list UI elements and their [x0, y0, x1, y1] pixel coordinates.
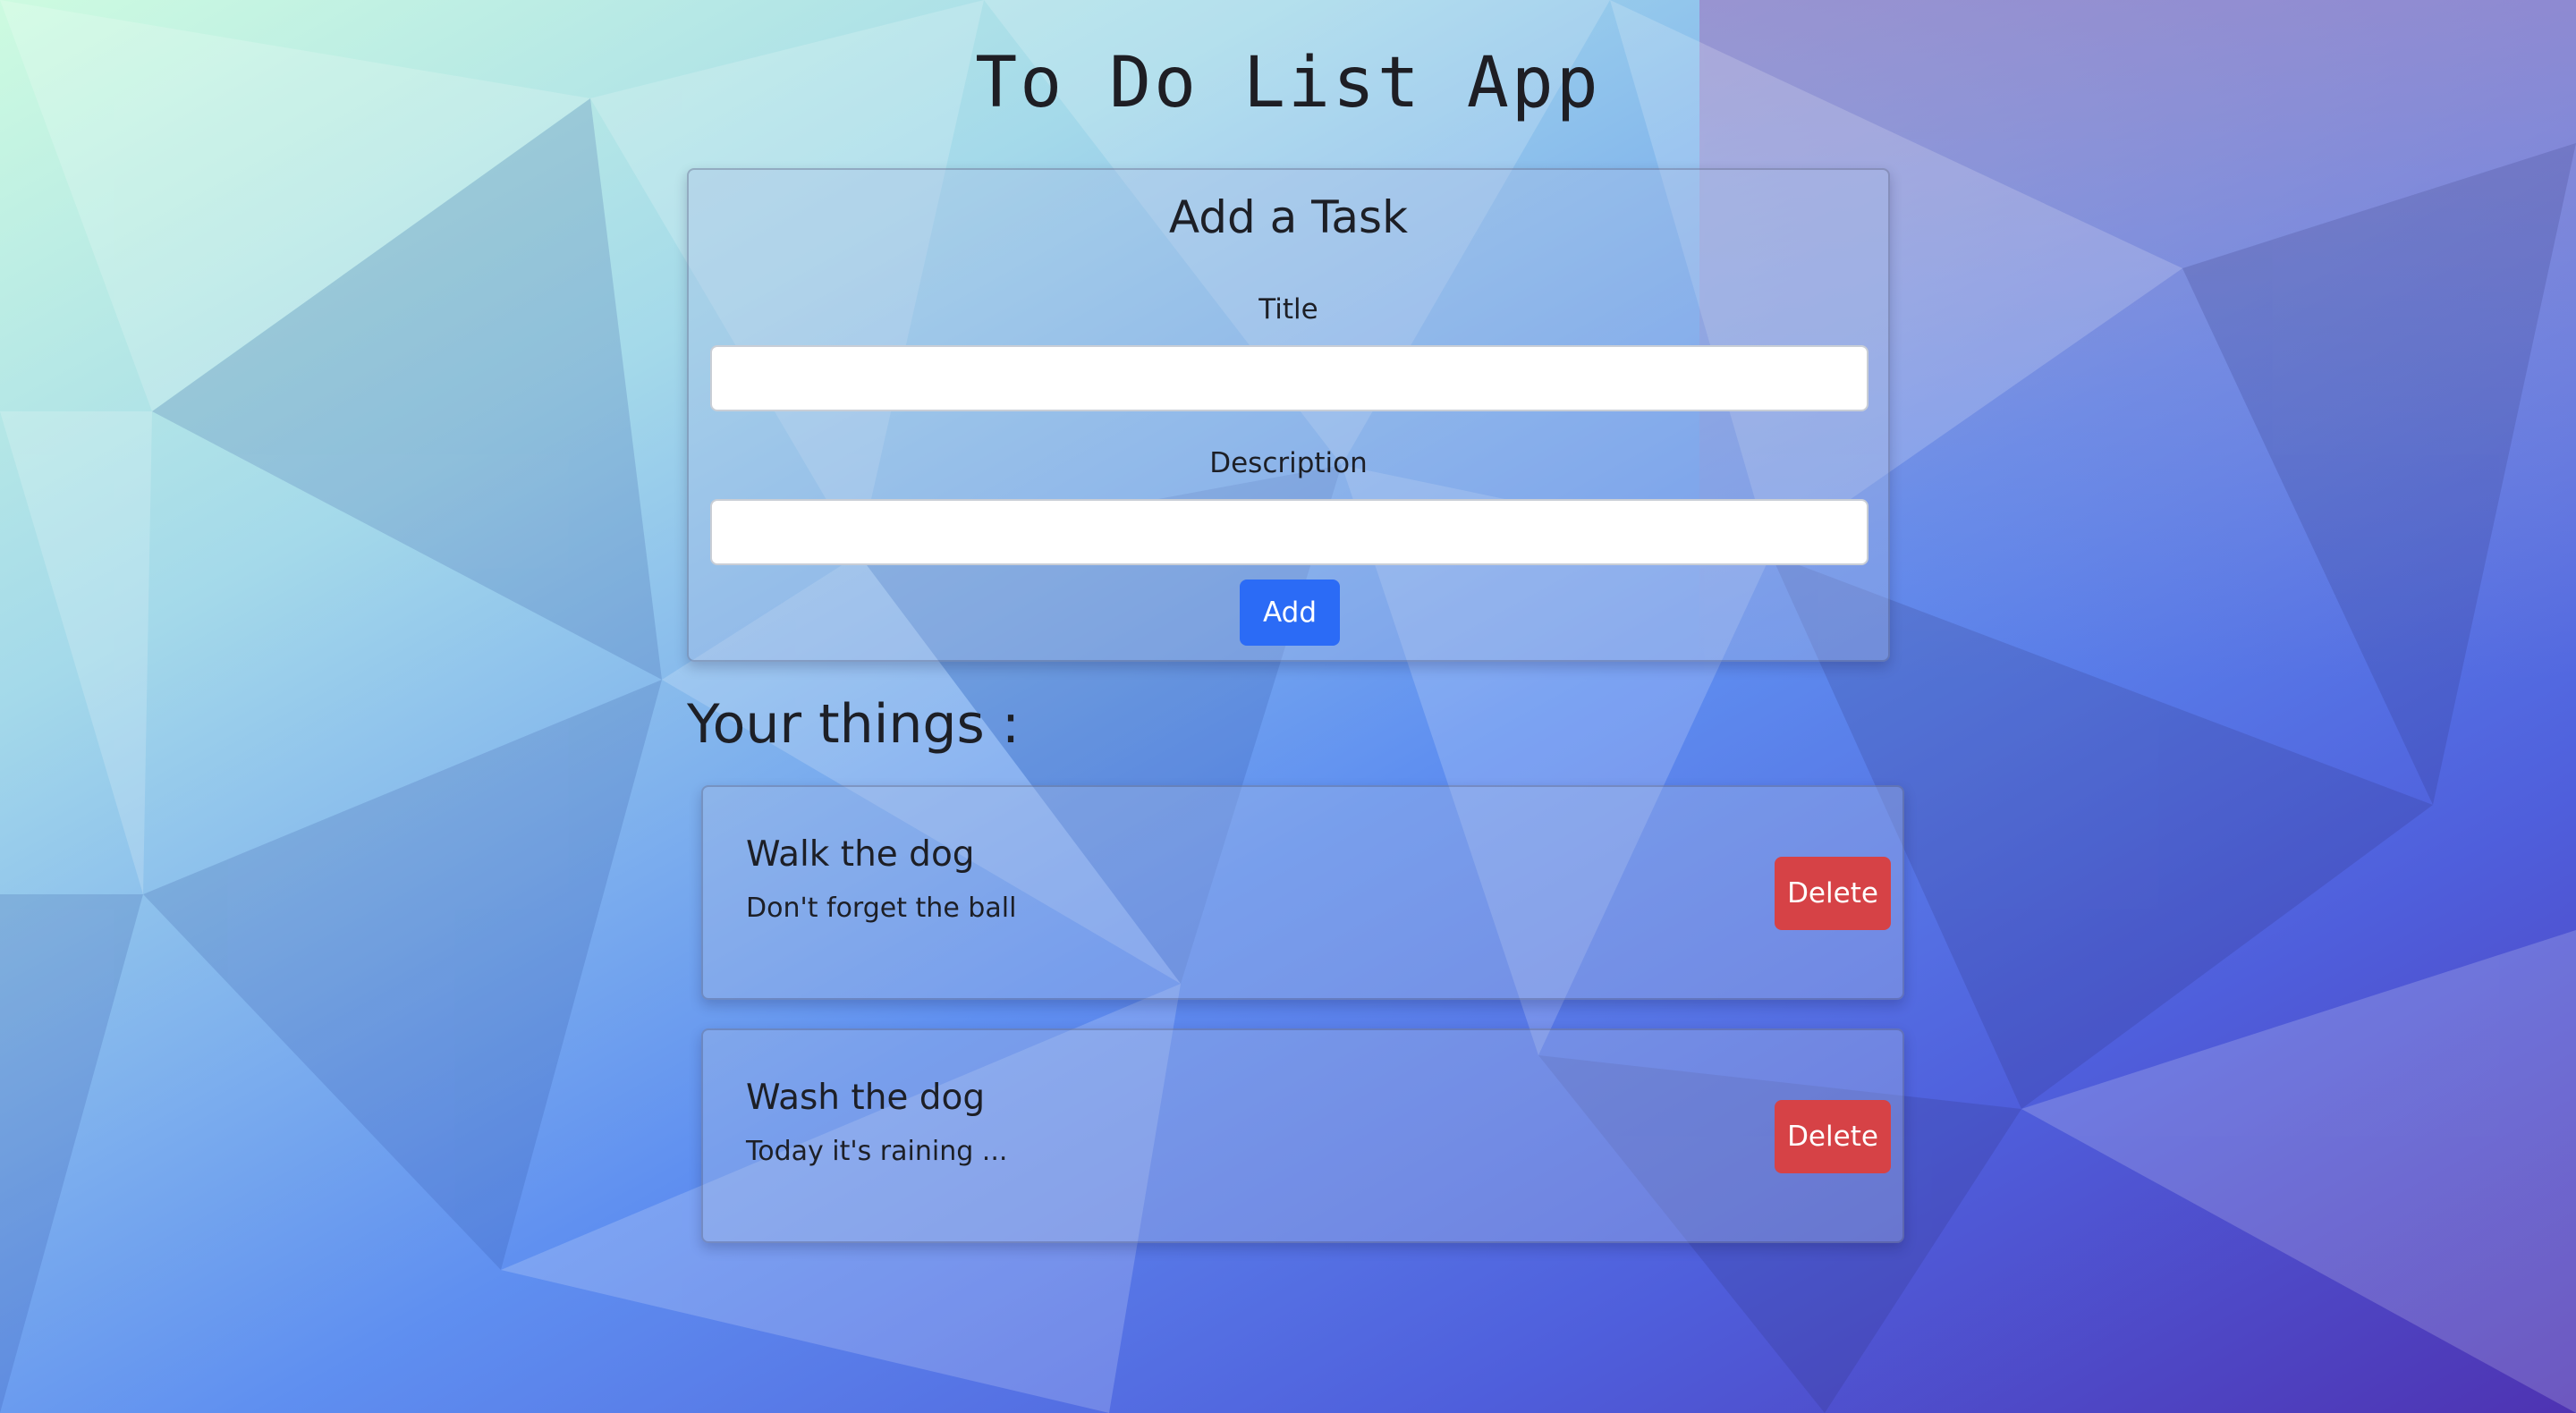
- task-card: Walk the dog Don't forget the ball Delet…: [701, 785, 1904, 1000]
- page: To Do List App Add a Task Title Descript…: [0, 0, 2576, 1413]
- task-card: Wash the dog Today it's raining ... Dele…: [701, 1028, 1904, 1243]
- task-description: Don't forget the ball: [746, 893, 1017, 924]
- your-things-heading: Your things :: [687, 693, 1021, 756]
- description-input[interactable]: [710, 499, 1868, 565]
- add-task-heading: Add a Task: [1168, 191, 1409, 243]
- app-title: To Do List App: [975, 43, 1601, 123]
- task-title: Wash the dog: [746, 1078, 986, 1118]
- task-title: Walk the dog: [746, 834, 975, 875]
- title-input[interactable]: [710, 345, 1868, 411]
- delete-button[interactable]: Delete: [1775, 857, 1891, 930]
- task-description: Today it's raining ...: [746, 1136, 1008, 1167]
- description-label: Description: [1209, 447, 1368, 479]
- add-button[interactable]: Add: [1240, 580, 1340, 646]
- title-label: Title: [1258, 293, 1318, 326]
- add-task-card: Add a Task Title Description Add: [687, 168, 1890, 662]
- delete-button[interactable]: Delete: [1775, 1100, 1891, 1173]
